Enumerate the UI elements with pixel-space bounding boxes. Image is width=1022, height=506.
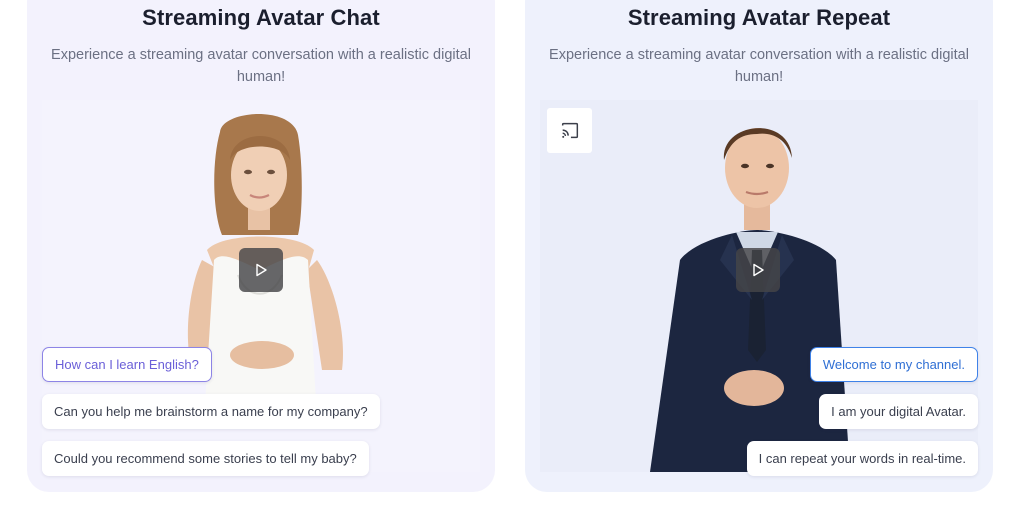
play-icon (753, 263, 764, 277)
cast-button[interactable] (547, 108, 592, 153)
play-button[interactable] (239, 248, 283, 292)
card-title: Streaming Avatar Chat (142, 5, 380, 30)
streaming-avatar-repeat-card: Streaming Avatar Repeat Experience a str… (525, 0, 993, 492)
card-subtitle: Experience a streaming avatar conversati… (549, 47, 969, 85)
card-subtitle: Experience a streaming avatar conversati… (51, 47, 471, 85)
suggestion-chip[interactable]: Can you help me brainstorm a name for my… (42, 394, 380, 429)
phrase-chip[interactable]: I can repeat your words in real-time. (746, 441, 978, 476)
phrase-chip[interactable]: Welcome to my channel. (809, 347, 978, 382)
play-icon (256, 263, 267, 277)
streaming-avatar-chat-card: Streaming Avatar Chat Experience a strea… (27, 0, 495, 492)
suggestion-chip[interactable]: How can I learn English? (42, 347, 212, 382)
play-button[interactable] (736, 248, 780, 292)
suggestion-chip[interactable]: Could you recommend some stories to tell… (42, 441, 369, 476)
phrase-chip[interactable]: I am your digital Avatar. (819, 394, 978, 429)
cast-icon (561, 122, 578, 138)
card-title: Streaming Avatar Repeat (627, 5, 891, 30)
